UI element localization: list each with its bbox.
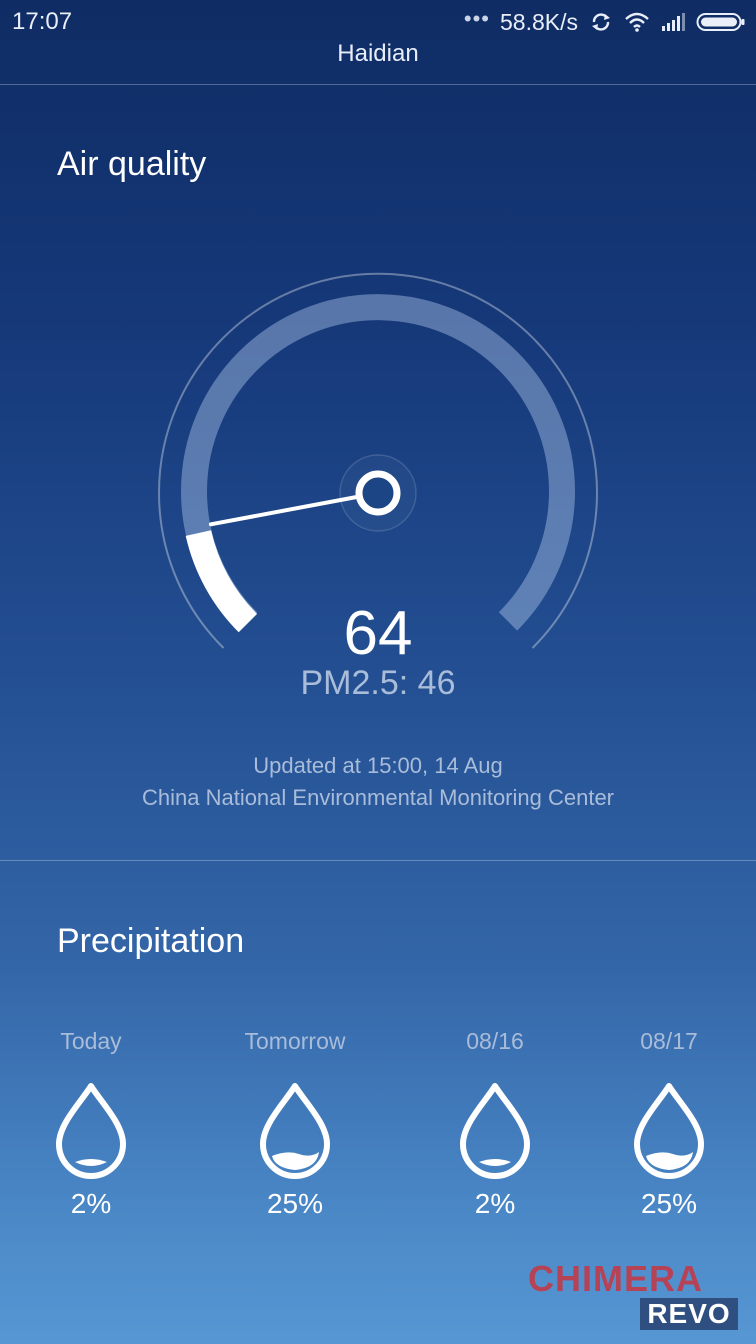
chimerarevo-watermark: CHIMERA REVO (528, 1258, 743, 1333)
location-title[interactable]: Haidian (0, 40, 756, 68)
precip-percent: 25% (640, 1188, 698, 1219)
update-info: Updated at 15:00, 14 Aug China National … (0, 750, 756, 814)
raindrop-icon (56, 1083, 126, 1179)
precip-level-fill (75, 1159, 107, 1166)
precip-level-fill (479, 1159, 511, 1166)
precip-percent: 2% (70, 1188, 112, 1219)
more-dots-icon: ••• (463, 6, 490, 31)
precipitation-title: Precipitation (57, 922, 245, 960)
precip-day-today: Today 2% (16, 1028, 166, 1220)
wifi-icon (625, 12, 649, 32)
precip-day-tomorrow: Tomorrow 25% (220, 1028, 370, 1220)
sync-icon (592, 13, 610, 31)
watermark-top: CHIMERA (528, 1258, 703, 1299)
aqi-value: 64 (343, 599, 413, 668)
header-divider (0, 84, 756, 85)
watermark-bottom: REVO (640, 1298, 738, 1330)
updated-time: Updated at 15:00, 14 Aug (253, 753, 503, 778)
data-source: China National Environmental Monitoring … (141, 785, 615, 810)
signal-icon (662, 13, 685, 31)
precip-percent: 25% (266, 1188, 324, 1219)
precip-percent: 2% (474, 1188, 516, 1219)
section-divider (0, 860, 756, 861)
air-quality-title: Air quality (57, 145, 207, 183)
precip-day-0816: 08/16 2% (420, 1028, 570, 1220)
raindrop-icon (260, 1083, 330, 1179)
gauge-pivot (355, 470, 401, 516)
precip-day-label: Today (60, 1028, 122, 1054)
network-speed: 58.8K/s (500, 8, 578, 35)
raindrop-icon (634, 1083, 704, 1179)
status-bar: 17:07 ••• 58.8K/s (0, 0, 756, 44)
battery-icon (696, 13, 745, 31)
precip-day-label: 08/16 (466, 1028, 524, 1054)
status-time: 17:07 (12, 8, 73, 35)
precip-level-fill (272, 1152, 319, 1170)
precipitation-forecast: Today 2% Tomorrow 25% 08/16 2% 08/17 25% (0, 1028, 756, 1238)
raindrop-icon (460, 1083, 530, 1179)
precip-day-label: Tomorrow (244, 1028, 346, 1054)
status-icons: ••• 58.8K/s (464, 8, 746, 36)
precip-day-label: 08/17 (640, 1028, 698, 1054)
precip-day-0817: 08/17 25% (594, 1028, 744, 1220)
pm25-value: PM2.5: 46 (300, 664, 456, 702)
precip-level-fill (646, 1152, 693, 1170)
